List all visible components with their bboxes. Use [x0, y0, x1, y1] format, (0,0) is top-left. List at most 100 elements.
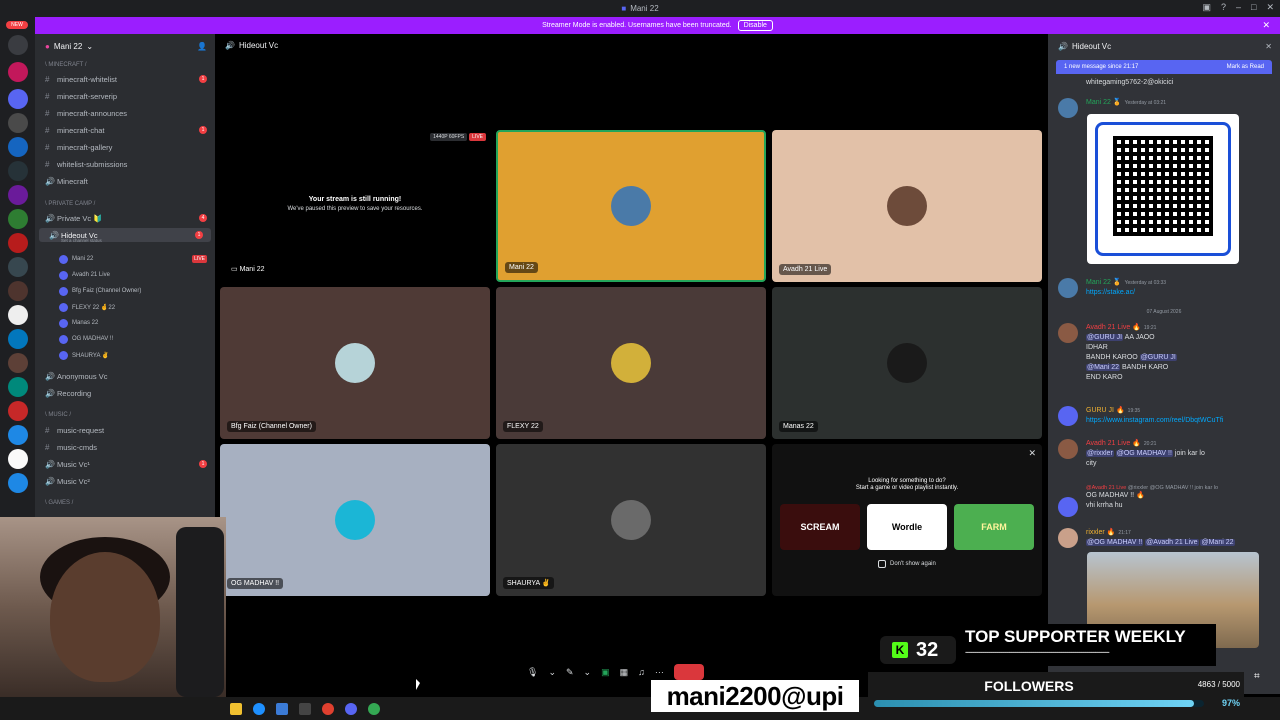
- word-icon[interactable]: [276, 702, 288, 715]
- game-card-wordle[interactable]: Wordle: [867, 504, 947, 550]
- terminal-icon[interactable]: [299, 702, 311, 715]
- avatar[interactable]: [1058, 439, 1078, 459]
- server-icon[interactable]: [8, 113, 28, 133]
- mention[interactable]: @Mani 22: [1200, 539, 1235, 546]
- file-explorer-icon[interactable]: [230, 702, 242, 715]
- message-link[interactable]: https://www.instagram.com/reel/DbqtWCuTf…: [1086, 417, 1223, 424]
- participant-tile[interactable]: Bfg Faiz (Channel Owner): [220, 287, 490, 439]
- close-icon[interactable]: ✕: [1028, 448, 1036, 459]
- dont-show-again[interactable]: Don't show again: [878, 560, 936, 568]
- server-icon[interactable]: [8, 353, 28, 373]
- game-card-scream[interactable]: SCREAM: [780, 504, 860, 550]
- voice-member[interactable]: Mani 22 LIVE: [35, 252, 215, 266]
- voice-member[interactable]: FLEXY 22 🤞22: [35, 300, 215, 314]
- message-author[interactable]: GURU JI 🔥: [1086, 407, 1125, 414]
- server-icon[interactable]: [8, 257, 28, 277]
- participant-tile[interactable]: Manas 22: [772, 287, 1042, 439]
- voice-channel[interactable]: 🔊 Music Vc¹ 1: [35, 457, 215, 471]
- avatar[interactable]: [1058, 406, 1078, 426]
- edge-icon[interactable]: [253, 702, 265, 715]
- mic-icon[interactable]: 🎙: [527, 667, 538, 678]
- message-author[interactable]: rixxler 🔥: [1086, 529, 1115, 536]
- mention[interactable]: @GURU JI: [1086, 334, 1124, 341]
- avatar[interactable]: [1058, 98, 1078, 118]
- voice-channel[interactable]: 🔊 Minecraft: [35, 174, 215, 188]
- mention[interactable]: @GURU JI: [1139, 354, 1177, 361]
- text-channel[interactable]: # minecraft-announces: [35, 106, 215, 120]
- voice-channel[interactable]: 🔊 Music Vc²: [35, 474, 215, 488]
- server-icon[interactable]: [8, 89, 28, 109]
- avatar[interactable]: [1058, 278, 1078, 298]
- participant-tile[interactable]: Avadh 21 Live: [772, 130, 1042, 282]
- mention[interactable]: @OG MADHAV !!: [1115, 450, 1173, 457]
- server-icon[interactable]: [8, 233, 28, 253]
- soundboard-icon[interactable]: ♫: [638, 667, 645, 677]
- voice-channel[interactable]: 🔊 Private Vc 🔰 4: [35, 211, 215, 225]
- channel-status[interactable]: Set a channel status: [61, 238, 102, 243]
- message-author[interactable]: Avadh 21 Live 🔥: [1086, 440, 1141, 447]
- chrome-icon[interactable]: [322, 702, 334, 715]
- minimize-button[interactable]: –: [1236, 2, 1241, 13]
- channel-category[interactable]: \ MUSIC /: [35, 408, 215, 422]
- server-icon[interactable]: [8, 137, 28, 157]
- mention[interactable]: @rixxler: [1086, 450, 1114, 457]
- voice-member[interactable]: Avadh 21 Live: [35, 268, 215, 282]
- help-icon[interactable]: ?: [1221, 2, 1226, 13]
- participant-tile[interactable]: FLEXY 22: [496, 287, 766, 439]
- camera-off-icon[interactable]: ✎: [566, 667, 574, 678]
- message-author[interactable]: Avadh 21 Live 🔥: [1086, 324, 1141, 331]
- avatar[interactable]: [1058, 323, 1078, 343]
- message-author[interactable]: Mani 22 🏅: [1086, 279, 1122, 286]
- inbox-icon[interactable]: ▣: [1202, 2, 1211, 13]
- qr-code-image[interactable]: [1087, 114, 1239, 264]
- close-window-button[interactable]: ✕: [1266, 2, 1274, 13]
- server-icon[interactable]: [8, 329, 28, 349]
- text-channel[interactable]: # minecraft-gallery: [35, 140, 215, 154]
- screen-share-icon[interactable]: ▣: [601, 667, 610, 678]
- guild-header[interactable]: ● Mani 22 ⌄ 👤: [35, 34, 215, 58]
- server-icon[interactable]: [8, 473, 28, 493]
- game-card-farm[interactable]: FARM: [954, 504, 1034, 550]
- text-channel[interactable]: # music-cmds: [35, 440, 215, 454]
- participant-tile[interactable]: Mani 22: [496, 130, 766, 282]
- discord-icon[interactable]: [345, 702, 357, 715]
- dont-show-checkbox[interactable]: [878, 560, 886, 568]
- avatar[interactable]: [1058, 497, 1078, 517]
- add-user-icon[interactable]: 👤: [197, 42, 207, 51]
- voice-member[interactable]: Manas 22: [35, 316, 215, 330]
- disable-streamer-mode-button[interactable]: Disable: [737, 20, 773, 31]
- voice-member[interactable]: SHAURYA ✌: [35, 348, 215, 362]
- message-link[interactable]: https://stake.ac/: [1086, 289, 1135, 296]
- maximize-button[interactable]: □: [1251, 2, 1256, 13]
- mention[interactable]: @Avadh 21 Live: [1145, 539, 1199, 546]
- message-author[interactable]: Mani 22 🏅: [1086, 99, 1122, 106]
- close-icon[interactable]: ✕: [1265, 42, 1272, 51]
- voice-member[interactable]: Bfg Faiz (Channel Owner): [35, 284, 215, 298]
- grid-icon[interactable]: ⌗: [1254, 671, 1260, 682]
- voice-channel[interactable]: 🔊 Recording: [35, 386, 215, 400]
- avatar[interactable]: [1058, 528, 1078, 548]
- text-channel[interactable]: # whitelist-submissions: [35, 157, 215, 171]
- stream-tile[interactable]: 1440P 60FPS LIVE Your stream is still ru…: [220, 130, 490, 282]
- chevron-down-icon[interactable]: ⌄: [584, 667, 592, 678]
- end-call-button[interactable]: [673, 664, 704, 680]
- text-channel[interactable]: # minecraft-serverip: [35, 89, 215, 103]
- participant-tile[interactable]: OG MADHAV !!: [220, 444, 490, 596]
- server-icon[interactable]: [8, 35, 28, 55]
- server-icon[interactable]: [8, 377, 28, 397]
- channel-category[interactable]: \ PRIVATE CAMP /: [35, 197, 215, 211]
- text-channel[interactable]: # minecraft-chat 1: [35, 123, 215, 137]
- close-icon[interactable]: ✕: [1262, 20, 1270, 31]
- participant-tile[interactable]: SHAURYA ✌: [496, 444, 766, 596]
- channel-category[interactable]: \ MINECRAFT /: [35, 58, 215, 72]
- more-icon[interactable]: ···: [655, 667, 664, 677]
- voice-channel[interactable]: 🔊 Anonymous Vc: [35, 369, 215, 383]
- channel-category[interactable]: \ GAMES /: [35, 496, 215, 510]
- server-icon[interactable]: [8, 425, 28, 445]
- server-icon[interactable]: [8, 62, 28, 82]
- message-author[interactable]: OG MADHAV !! 🔥: [1086, 492, 1145, 499]
- chevron-down-icon[interactable]: ⌄: [548, 667, 556, 678]
- text-channel[interactable]: # music-request: [35, 423, 215, 437]
- server-icon[interactable]: [8, 449, 28, 469]
- mention[interactable]: @Mani 22: [1086, 364, 1121, 371]
